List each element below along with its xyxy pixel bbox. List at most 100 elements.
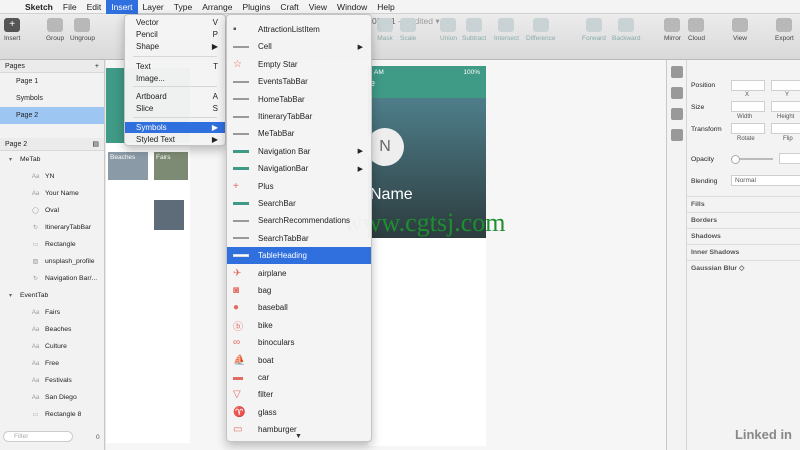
filter-input[interactable]: Filter bbox=[3, 431, 73, 442]
add-page-icon[interactable]: + bbox=[95, 63, 99, 70]
menu-craft[interactable]: Craft bbox=[275, 0, 303, 14]
symbol-item-hometabbar[interactable]: HomeTabBar bbox=[227, 91, 371, 108]
fills-section[interactable]: Fills bbox=[687, 196, 800, 212]
layer-group[interactable]: ▾ EventTab bbox=[0, 287, 104, 304]
insert-menu-item-image[interactable]: Image... bbox=[125, 73, 225, 84]
symbol-item-attractionlistitem[interactable]: ▪ AttractionListItem bbox=[227, 21, 371, 38]
difference-button[interactable]: Difference bbox=[526, 18, 556, 42]
backward-button[interactable]: Backward bbox=[612, 18, 641, 42]
layer-item[interactable]: ◯ Oval bbox=[0, 202, 104, 219]
insert-menu-item-slice[interactable]: Slice S bbox=[125, 103, 225, 114]
intersect-button[interactable]: Intersect bbox=[494, 18, 519, 42]
symbol-item-filter[interactable]: ▽ filter bbox=[227, 386, 371, 403]
menu-insert[interactable]: Insert bbox=[106, 0, 138, 14]
opacity-slider[interactable] bbox=[731, 155, 773, 164]
layer-group[interactable]: ▾ MeTab bbox=[0, 151, 104, 168]
insert-menu-item-vector[interactable]: Vector V bbox=[125, 17, 225, 28]
thumb-photo[interactable] bbox=[154, 200, 184, 230]
insert-menu-item-symbols[interactable]: Symbols ▶ bbox=[125, 122, 225, 133]
menu-layer[interactable]: Layer bbox=[138, 0, 169, 14]
prototype-tab-icon[interactable] bbox=[671, 129, 683, 141]
blending-select[interactable]: Normal bbox=[731, 175, 800, 186]
symbol-item-searchrecommendations[interactable]: SearchRecommendations bbox=[227, 212, 371, 229]
layer-item[interactable]: ↻ ItineraryTabBar bbox=[0, 219, 104, 236]
menu-plugins[interactable]: Plugins bbox=[237, 0, 275, 14]
menu-arrange[interactable]: Arrange bbox=[197, 0, 237, 14]
mirror-button[interactable]: Mirror bbox=[664, 18, 681, 42]
insert-menu-item-shape[interactable]: Shape ▶ bbox=[125, 41, 225, 52]
menu-view[interactable]: View bbox=[304, 0, 332, 14]
symbol-item-cell[interactable]: Cell ▶ bbox=[227, 38, 371, 55]
symbol-item-eventstabbar[interactable]: EventsTabBar bbox=[227, 73, 371, 90]
menu-window[interactable]: Window bbox=[332, 0, 372, 14]
symbol-item-boat[interactable]: ⛵ boat bbox=[227, 352, 371, 369]
insert-menu-item-pencil[interactable]: Pencil P bbox=[125, 29, 225, 40]
thumb-beaches[interactable]: Beaches bbox=[108, 152, 148, 180]
page-item-2[interactable]: Page 2 bbox=[0, 107, 104, 124]
opacity-field[interactable] bbox=[779, 153, 800, 164]
mask-button[interactable]: Mask bbox=[377, 18, 393, 42]
layer-item[interactable]: Aa Fairs bbox=[0, 304, 104, 321]
inner-shadows-section[interactable]: Inner Shadows bbox=[687, 244, 800, 260]
symbol-item-plus[interactable]: + Plus bbox=[227, 178, 371, 195]
symbol-item-binoculars[interactable]: ∞ binoculars bbox=[227, 334, 371, 351]
symbol-item-searchtabbar[interactable]: SearchTabBar bbox=[227, 230, 371, 247]
layer-item[interactable]: Aa San Diego bbox=[0, 389, 104, 406]
layer-item[interactable]: Aa Beaches bbox=[0, 321, 104, 338]
menu-type[interactable]: Type bbox=[169, 0, 197, 14]
height-field[interactable] bbox=[771, 101, 800, 112]
forward-button[interactable]: Forward bbox=[582, 18, 606, 42]
symbol-item-metabbar[interactable]: MeTabBar bbox=[227, 125, 371, 142]
symbol-item-navigation-bar[interactable]: Navigation Bar ▶ bbox=[227, 143, 371, 160]
width-field[interactable] bbox=[731, 101, 765, 112]
subtract-button[interactable]: Subtract bbox=[462, 18, 486, 42]
symbol-item-car[interactable]: ▬ car bbox=[227, 369, 371, 386]
insert-menu-item-artboard[interactable]: Artboard A bbox=[125, 91, 225, 102]
layer-item[interactable]: Aa YN bbox=[0, 168, 104, 185]
collapse-icon[interactable]: ▤ bbox=[92, 140, 99, 148]
layer-item[interactable]: ▨ unsplash_profile bbox=[0, 253, 104, 270]
symbol-item-bag[interactable]: ◙ bag bbox=[227, 282, 371, 299]
shadows-section[interactable]: Shadows bbox=[687, 228, 800, 244]
flip-buttons[interactable] bbox=[771, 123, 800, 134]
rotate-field[interactable] bbox=[731, 123, 765, 134]
layer-item[interactable]: Aa Festivals bbox=[0, 372, 104, 389]
layer-item[interactable]: Aa Your Name bbox=[0, 185, 104, 202]
export-button[interactable]: Export bbox=[775, 18, 794, 42]
menu-file[interactable]: File bbox=[58, 0, 82, 14]
symbol-item-navigationbar[interactable]: NavigationBar ▶ bbox=[227, 160, 371, 177]
scroll-down-icon[interactable]: ▼ bbox=[295, 433, 302, 440]
layer-item[interactable]: ▭ Rectangle bbox=[0, 236, 104, 253]
export-tab-icon[interactable] bbox=[671, 108, 683, 120]
symbol-item-airplane[interactable]: ✈ airplane bbox=[227, 265, 371, 282]
menu-edit[interactable]: Edit bbox=[82, 0, 107, 14]
menu-help[interactable]: Help bbox=[372, 0, 399, 14]
insert-menu-item-styled-text[interactable]: Styled Text ▶ bbox=[125, 134, 225, 145]
style-tab-icon[interactable] bbox=[671, 66, 683, 78]
layer-item[interactable]: ↻ Navigation Bar/... bbox=[0, 270, 104, 287]
view-button[interactable]: View bbox=[732, 18, 748, 42]
insert-button[interactable]: + Insert bbox=[4, 18, 20, 42]
cloud-button[interactable]: Cloud bbox=[688, 18, 705, 42]
borders-section[interactable]: Borders bbox=[687, 212, 800, 228]
symbol-item-bike[interactable]: ⓑ bike bbox=[227, 317, 371, 334]
y-field[interactable] bbox=[771, 80, 800, 91]
symbol-item-searchbar[interactable]: SearchBar bbox=[227, 195, 371, 212]
page-item-1[interactable]: Page 1 bbox=[0, 73, 104, 90]
insert-menu-item-text[interactable]: Text T bbox=[125, 61, 225, 72]
scale-button[interactable]: Scale bbox=[400, 18, 416, 42]
x-field[interactable] bbox=[731, 80, 765, 91]
layout-tab-icon[interactable] bbox=[671, 87, 683, 99]
symbol-item-baseball[interactable]: ● baseball bbox=[227, 299, 371, 316]
symbol-item-tableheading[interactable]: TableHeading bbox=[227, 247, 371, 265]
layer-item[interactable]: Aa Culture bbox=[0, 338, 104, 355]
layer-item[interactable]: ▭ Rectangle 8 bbox=[0, 406, 104, 423]
group-button[interactable]: Group bbox=[46, 18, 64, 42]
artboard-metab[interactable]: AM 100% e N Name bbox=[366, 66, 486, 446]
current-page-header[interactable]: Page 2 ▤ bbox=[0, 138, 104, 151]
union-button[interactable]: Union bbox=[440, 18, 457, 42]
layer-item[interactable]: Aa Free bbox=[0, 355, 104, 372]
symbol-item-glass[interactable]: ♈ glass bbox=[227, 404, 371, 421]
menu-sketch[interactable]: Sketch bbox=[20, 0, 58, 14]
symbol-item-itinerarytabbar[interactable]: ItineraryTabBar bbox=[227, 108, 371, 125]
